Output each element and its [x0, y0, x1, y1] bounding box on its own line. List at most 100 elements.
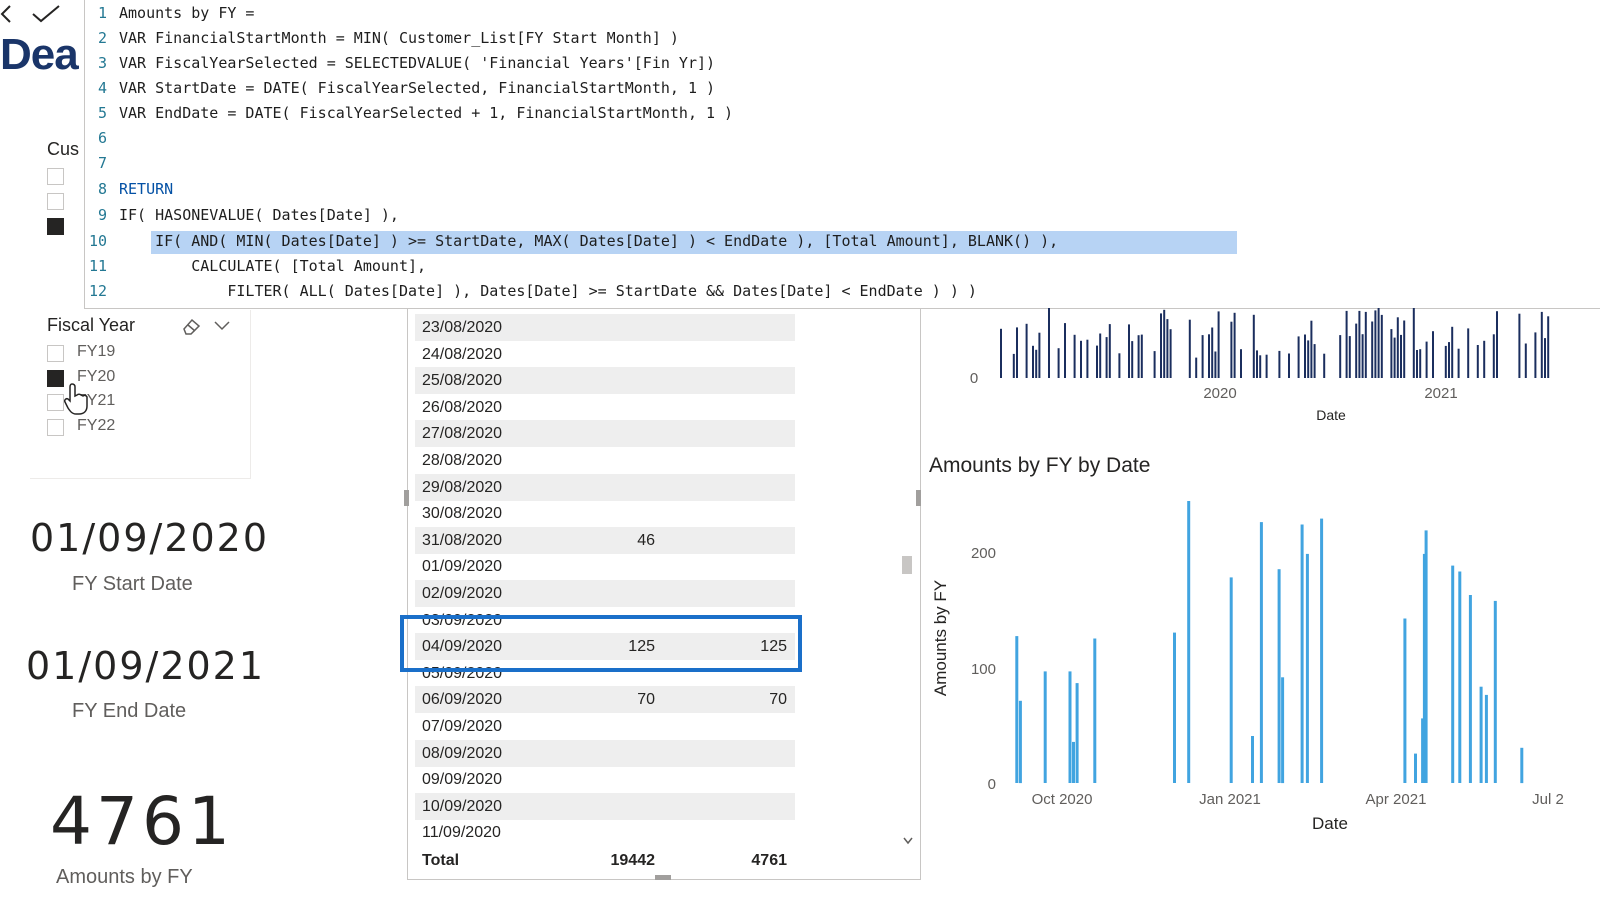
bar[interactable] [1479, 686, 1483, 783]
bar[interactable] [1035, 349, 1038, 378]
bar[interactable] [1305, 553, 1309, 783]
checkbox[interactable] [47, 419, 64, 436]
bar[interactable] [1043, 671, 1047, 783]
bar[interactable] [1096, 345, 1098, 378]
bar[interactable] [1099, 333, 1102, 379]
bar[interactable] [1358, 310, 1361, 378]
customer-checkbox[interactable] [47, 193, 64, 210]
bar[interactable] [1187, 501, 1191, 783]
bar[interactable] [1544, 338, 1546, 378]
bar[interactable] [1038, 332, 1041, 378]
bar[interactable] [1217, 311, 1220, 378]
bar[interactable] [1534, 332, 1537, 378]
bar[interactable] [1128, 324, 1130, 378]
bar[interactable] [1400, 334, 1402, 378]
bar[interactable] [1380, 314, 1383, 378]
bar[interactable] [1403, 320, 1406, 379]
bar[interactable] [1300, 524, 1304, 784]
date-amount-table[interactable]: 23/08/2020 24/08/2020 25/08/2020 26/08/2020… [404, 308, 921, 880]
bar[interactable] [1278, 350, 1281, 378]
bar[interactable] [1160, 313, 1162, 378]
bar[interactable] [1068, 671, 1072, 783]
bar[interactable] [1072, 741, 1075, 783]
bar[interactable] [1448, 342, 1450, 378]
customer-checkbox[interactable] [47, 168, 64, 185]
bar[interactable] [1496, 311, 1498, 378]
bar[interactable] [1412, 308, 1415, 378]
bar[interactable] [1467, 328, 1470, 378]
bar[interactable] [1105, 337, 1108, 378]
bar[interactable] [1188, 319, 1191, 378]
bar[interactable] [1093, 638, 1097, 784]
bar[interactable] [1444, 345, 1447, 378]
bar[interactable] [1348, 336, 1351, 378]
bar[interactable] [1169, 329, 1172, 378]
bar[interactable] [1396, 317, 1399, 378]
bar[interactable] [1256, 350, 1258, 378]
bar[interactable] [1540, 311, 1543, 378]
bar[interactable] [1000, 328, 1002, 378]
bar[interactable] [1307, 340, 1310, 378]
bar[interactable] [1288, 353, 1290, 379]
bar[interactable] [1371, 321, 1374, 379]
bar[interactable] [1323, 353, 1326, 378]
bar[interactable] [1240, 349, 1242, 378]
bar[interactable] [1320, 518, 1324, 783]
bar[interactable] [1016, 327, 1018, 378]
bar[interactable] [1057, 348, 1060, 378]
bar[interactable] [1457, 348, 1460, 378]
bar[interactable] [1432, 331, 1434, 378]
bar[interactable] [1483, 340, 1486, 378]
bar[interactable] [1211, 327, 1214, 379]
bar[interactable] [1201, 335, 1204, 378]
resize-handle[interactable] [404, 490, 409, 506]
bar[interactable] [1374, 310, 1377, 378]
bar[interactable] [1458, 571, 1462, 784]
bar[interactable] [1451, 326, 1454, 378]
chevron-down-icon[interactable] [213, 320, 231, 332]
bar[interactable] [1195, 357, 1198, 378]
scrollbar-thumb[interactable] [902, 556, 912, 574]
bar[interactable] [1025, 323, 1028, 378]
bar[interactable] [1153, 351, 1156, 378]
bar[interactable] [1339, 335, 1342, 378]
bar[interactable] [1265, 354, 1268, 378]
bar[interactable] [1166, 319, 1169, 378]
bar[interactable] [1214, 351, 1217, 379]
bar[interactable] [1520, 747, 1524, 784]
bar[interactable] [1032, 345, 1034, 378]
bar[interactable] [1229, 577, 1233, 783]
bar[interactable] [1419, 349, 1422, 378]
bar[interactable] [1163, 309, 1166, 378]
bar[interactable] [1414, 753, 1417, 783]
bar[interactable] [1493, 600, 1497, 783]
resize-handle[interactable] [655, 875, 671, 880]
bar[interactable] [1468, 595, 1472, 783]
bar[interactable] [1393, 337, 1396, 378]
bar[interactable] [1345, 310, 1348, 378]
bar[interactable] [1137, 335, 1140, 378]
bar[interactable] [1524, 343, 1527, 379]
bar[interactable] [1518, 313, 1521, 378]
resize-handle[interactable] [916, 490, 921, 506]
bar[interactable] [1355, 323, 1358, 378]
bar[interactable] [1259, 355, 1262, 378]
bar[interactable] [1251, 736, 1254, 783]
checkbox-checked[interactable] [47, 370, 64, 387]
bar[interactable] [1131, 341, 1134, 378]
bar[interactable] [1377, 308, 1380, 378]
bar[interactable] [1425, 341, 1428, 378]
bar[interactable] [1173, 632, 1176, 783]
bar[interactable] [1233, 312, 1236, 378]
bar[interactable] [1277, 569, 1281, 783]
cancel-icon[interactable] [0, 4, 14, 24]
bar[interactable] [1364, 311, 1367, 378]
bar[interactable] [1259, 522, 1263, 783]
bar[interactable] [1108, 324, 1111, 378]
bar[interactable] [1075, 683, 1079, 783]
bar[interactable] [1118, 353, 1121, 378]
amounts-by-fy-by-date-chart[interactable]: Amounts by FY by Date 200 100 0 Amounts … [922, 448, 1600, 848]
bar[interactable] [1208, 334, 1210, 378]
check-icon[interactable] [30, 4, 62, 24]
bar[interactable] [1048, 308, 1050, 378]
